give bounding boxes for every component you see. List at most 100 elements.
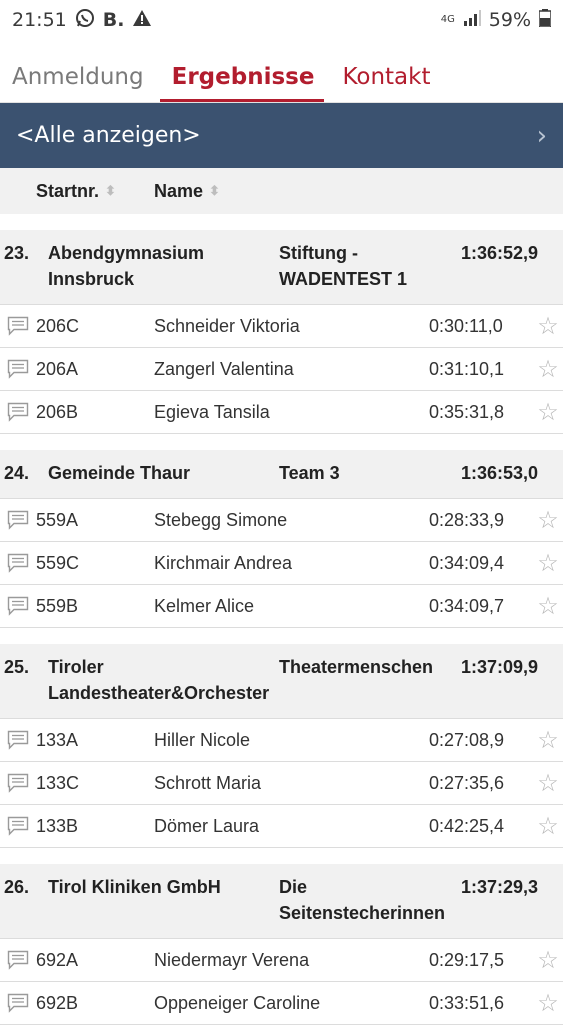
team-header[interactable]: 25. Tiroler Landestheater&Orchester Theate… xyxy=(0,644,563,719)
table-row[interactable]: 206C Schneider Viktoria 0:30:11,0 ☆ xyxy=(0,305,563,348)
team-time: 1:37:29,3 xyxy=(461,877,539,897)
table-row[interactable]: 559C Kirchmair Andrea 0:34:09,4 ☆ xyxy=(0,542,563,585)
team-header[interactable]: 24. Gemeinde Thaur Team 3 1:36:53,0 xyxy=(0,450,563,499)
column-startnr-label: Startnr. xyxy=(36,180,100,201)
column-name-label: Name xyxy=(154,180,204,201)
comment-icon[interactable] xyxy=(0,402,36,422)
status-left: 21:51 B. xyxy=(12,8,152,33)
member-name: Schneider Viktoria xyxy=(154,315,300,336)
team-name: Gemeinde Thaur xyxy=(48,463,191,483)
results-list: 23. Abendgymnasium Innsbruck Stiftung - WA… xyxy=(0,214,563,1025)
tab-kontakt[interactable]: Kontakt xyxy=(342,64,430,102)
comment-icon[interactable] xyxy=(0,596,36,616)
team-rank: 26. xyxy=(4,877,30,897)
star-icon[interactable]: ☆ xyxy=(533,812,563,841)
team-name: Tiroler Landestheater&Orchester xyxy=(48,657,270,703)
star-icon[interactable]: ☆ xyxy=(533,355,563,384)
tab-anmeldung[interactable]: Anmeldung xyxy=(12,64,144,102)
member-startnr: 559C xyxy=(36,552,80,573)
column-startnr[interactable]: Startnr. ⬍ xyxy=(36,181,154,202)
member-time: 0:28:33,9 xyxy=(429,509,505,530)
comment-icon[interactable] xyxy=(0,730,36,750)
comment-icon[interactable] xyxy=(0,359,36,379)
status-right: 4G 59% xyxy=(440,8,552,32)
comment-icon[interactable] xyxy=(0,773,36,793)
member-startnr: 206B xyxy=(36,401,79,422)
member-time: 0:33:51,6 xyxy=(429,992,505,1013)
team-rank: 24. xyxy=(4,463,30,483)
table-row[interactable]: 133A Hiller Nicole 0:27:08,9 ☆ xyxy=(0,719,563,762)
team-category: Die Seitenstecherinnen xyxy=(279,877,446,923)
member-name: Oppeneiger Caroline xyxy=(154,992,321,1013)
star-icon[interactable]: ☆ xyxy=(533,312,563,341)
table-row[interactable]: 133C Schrott Maria 0:27:35,6 ☆ xyxy=(0,762,563,805)
team-header[interactable]: 26. Tirol Kliniken GmbH Die Seitenstecheri… xyxy=(0,864,563,939)
member-startnr: 133A xyxy=(36,729,79,750)
member-time: 0:34:09,7 xyxy=(429,595,505,616)
whatsapp-icon xyxy=(75,8,95,33)
star-icon[interactable]: ☆ xyxy=(533,549,563,578)
team-category: Theatermenschen xyxy=(279,657,434,677)
column-name[interactable]: Name ⬍ xyxy=(154,181,220,202)
member-startnr: 559B xyxy=(36,595,79,616)
comment-icon[interactable] xyxy=(0,993,36,1013)
comment-icon[interactable] xyxy=(0,316,36,336)
star-icon[interactable]: ☆ xyxy=(533,769,563,798)
team-name: Abendgymnasium Innsbruck xyxy=(48,243,205,289)
member-name: Dömer Laura xyxy=(154,815,260,836)
star-icon[interactable]: ☆ xyxy=(533,592,563,621)
network-type: 4G xyxy=(440,14,455,25)
star-icon[interactable]: ☆ xyxy=(533,506,563,535)
member-name: Kelmer Alice xyxy=(154,595,255,616)
member-startnr: 206C xyxy=(36,315,80,336)
member-startnr: 692A xyxy=(36,949,79,970)
team-category: Stiftung - WADENTEST 1 xyxy=(279,243,408,289)
member-time: 0:35:31,8 xyxy=(429,401,505,422)
chevron-right-icon: › xyxy=(536,120,547,151)
tab-ergebnisse[interactable]: Ergebnisse xyxy=(159,64,325,102)
status-time: 21:51 xyxy=(12,9,67,31)
team-name: Tirol Kliniken GmbH xyxy=(48,877,221,897)
battery-level: 59% xyxy=(488,9,531,31)
comment-icon[interactable] xyxy=(0,950,36,970)
table-row[interactable]: 206B Egieva Tansila 0:35:31,8 ☆ xyxy=(0,391,563,434)
star-icon[interactable]: ☆ xyxy=(533,946,563,975)
signal-icon xyxy=(463,9,481,31)
member-time: 0:30:11,0 xyxy=(429,315,503,336)
member-time: 0:29:17,5 xyxy=(429,949,505,970)
member-startnr: 133B xyxy=(36,815,79,836)
star-icon[interactable]: ☆ xyxy=(533,989,563,1018)
member-startnr: 692B xyxy=(36,992,79,1013)
star-icon[interactable]: ☆ xyxy=(533,398,563,427)
team-header[interactable]: 23. Abendgymnasium Innsbruck Stiftung - WA… xyxy=(0,230,563,305)
sort-icon: ⬍ xyxy=(209,183,220,198)
table-row[interactable]: 692B Oppeneiger Caroline 0:33:51,6 ☆ xyxy=(0,982,563,1025)
member-time: 0:34:09,4 xyxy=(429,552,505,573)
member-time: 0:42:25,4 xyxy=(429,815,505,836)
member-name: Stebegg Simone xyxy=(154,509,288,530)
comment-icon[interactable] xyxy=(0,816,36,836)
status-bar: 21:51 B. 4G 59% xyxy=(0,0,563,40)
table-row[interactable]: 559B Kelmer Alice 0:34:09,7 ☆ xyxy=(0,585,563,628)
comment-icon[interactable] xyxy=(0,510,36,530)
team-category: Team 3 xyxy=(279,463,340,483)
star-icon[interactable]: ☆ xyxy=(533,726,563,755)
filter-label: <Alle anzeigen> xyxy=(16,123,201,148)
comment-icon[interactable] xyxy=(0,553,36,573)
filter-select[interactable]: <Alle anzeigen> › xyxy=(0,103,563,168)
member-startnr: 206A xyxy=(36,358,79,379)
table-row[interactable]: 559A Stebegg Simone 0:28:33,9 ☆ xyxy=(0,499,563,542)
member-name: Schrott Maria xyxy=(154,772,262,793)
team-time: 1:36:53,0 xyxy=(461,463,539,483)
team-time: 1:37:09,9 xyxy=(461,657,539,677)
member-name: Egieva Tansila xyxy=(154,401,270,422)
table-row[interactable]: 692A Niedermayr Verena 0:29:17,5 ☆ xyxy=(0,939,563,982)
member-startnr: 559A xyxy=(36,509,79,530)
table-row[interactable]: 133B Dömer Laura 0:42:25,4 ☆ xyxy=(0,805,563,848)
member-name: Hiller Nicole xyxy=(154,729,251,750)
team-time: 1:36:52,9 xyxy=(461,243,539,263)
table-row[interactable]: 206A Zangerl Valentina 0:31:10,1 ☆ xyxy=(0,348,563,391)
